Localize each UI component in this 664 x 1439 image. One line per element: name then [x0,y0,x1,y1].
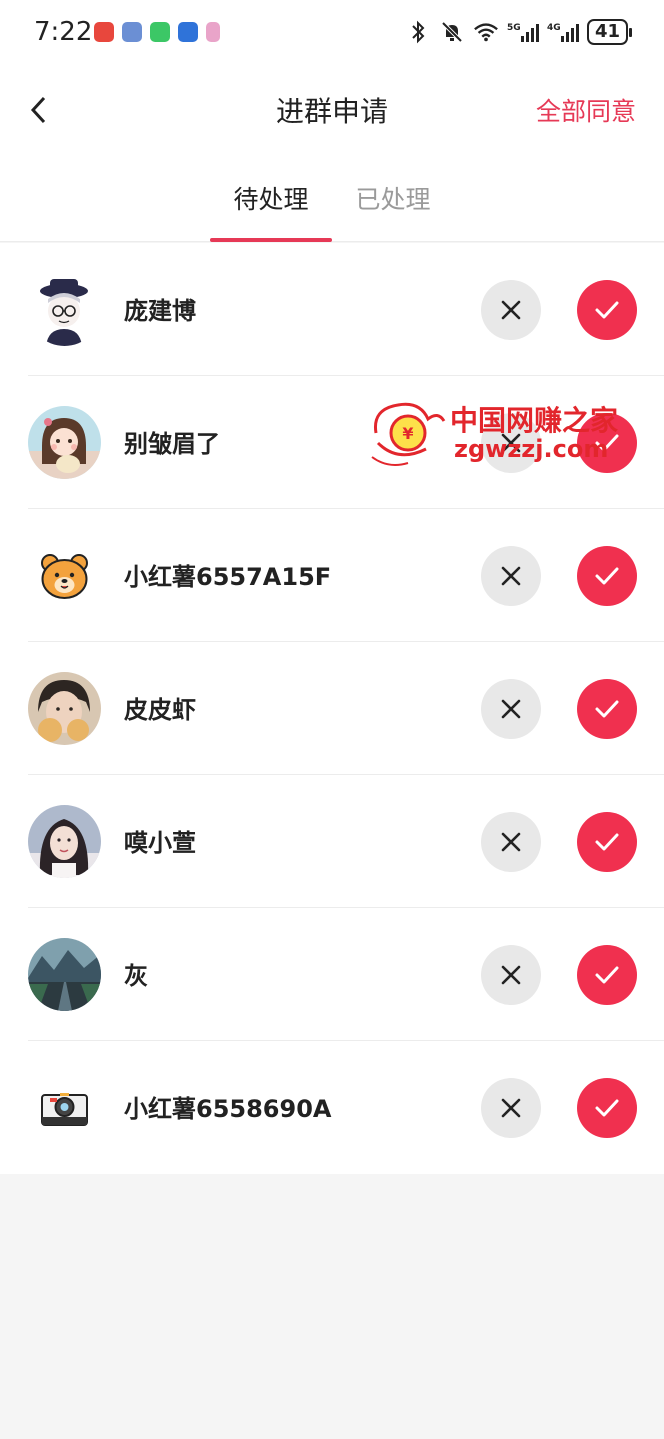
message-notification-icon [150,22,170,42]
accept-button[interactable] [577,1078,637,1138]
check-icon [595,567,619,585]
list-item: 灰 [0,908,664,1041]
list-item: 嗼小萱 [0,775,664,908]
request-list: 庞建博 别皱眉了 小红薯6557A15F 皮皮虾 嗼小萱 灰 小红薯655869… [0,243,664,1174]
wifi-icon [473,18,499,46]
svg-text:5G: 5G [507,23,521,33]
avatar[interactable] [28,273,101,346]
bluetooth-icon [405,18,431,46]
applicant-name: 庞建博 [124,297,196,325]
avatar[interactable] [28,672,101,745]
tab-processed[interactable]: 已处理 [332,180,454,216]
reject-button[interactable] [481,679,541,739]
close-icon [501,832,521,852]
nav-bar: 进群申请 全部同意 [0,68,664,154]
reject-button[interactable] [481,413,541,473]
screen: 7:22 5G 4G 41 进群申请 全部同意 待处理 已处理 庞建博 别皱眉了… [0,0,664,1439]
list-item: 庞建博 [0,243,664,376]
avatar[interactable] [28,1071,101,1144]
list-item: 小红薯6558690A [0,1041,664,1174]
list-item: 皮皮虾 [0,642,664,775]
close-icon [501,433,521,453]
check-icon [595,966,619,984]
app2-notification-icon [206,22,220,42]
status-indicators: 5G 4G 41 [405,18,633,46]
reject-button[interactable] [481,945,541,1005]
close-icon [501,699,521,719]
applicant-name: 灰 [124,962,148,990]
reject-button[interactable] [481,280,541,340]
reject-button[interactable] [481,812,541,872]
applicant-name: 嗼小萱 [124,829,196,857]
close-icon [501,566,521,586]
close-icon [501,965,521,985]
check-icon [595,1099,619,1117]
close-icon [501,1098,521,1118]
tab-bar: 待处理 已处理 [0,154,664,242]
browser-notification-icon [178,22,198,42]
reject-button[interactable] [481,1078,541,1138]
accept-all-button[interactable]: 全部同意 [536,92,636,128]
accept-button[interactable] [577,546,637,606]
signal-5g-icon: 5G [507,18,539,46]
list-item: 别皱眉了 [0,376,664,509]
battery-indicator: 41 [586,19,633,45]
accept-button[interactable] [577,679,637,739]
accept-button[interactable] [577,945,637,1005]
svg-text:4G: 4G [547,23,561,33]
check-icon [595,301,619,319]
tab-pending[interactable]: 待处理 [210,180,332,216]
reject-button[interactable] [481,546,541,606]
accept-button[interactable] [577,280,637,340]
status-bar: 7:22 5G 4G 41 [0,0,664,68]
notification-icons [94,22,220,42]
avatar[interactable] [28,938,101,1011]
check-icon [595,700,619,718]
accept-button[interactable] [577,413,637,473]
signal-4g-icon: 4G [547,18,579,46]
close-icon [501,300,521,320]
active-tab-indicator [210,238,332,242]
applicant-name: 别皱眉了 [124,430,220,458]
applicant-name: 小红薯6558690A [124,1095,332,1123]
applicant-name: 小红薯6557A15F [124,563,332,591]
avatar[interactable] [28,406,101,479]
avatar[interactable] [28,539,101,612]
mute-bell-icon [439,18,465,46]
app-notification-icon [94,22,114,42]
check-icon [595,833,619,851]
status-time: 7:22 [34,17,93,47]
robot-notification-icon [122,22,142,42]
check-icon [595,434,619,452]
list-item: 小红薯6557A15F [0,509,664,642]
accept-button[interactable] [577,812,637,872]
avatar[interactable] [28,805,101,878]
applicant-name: 皮皮虾 [124,696,196,724]
